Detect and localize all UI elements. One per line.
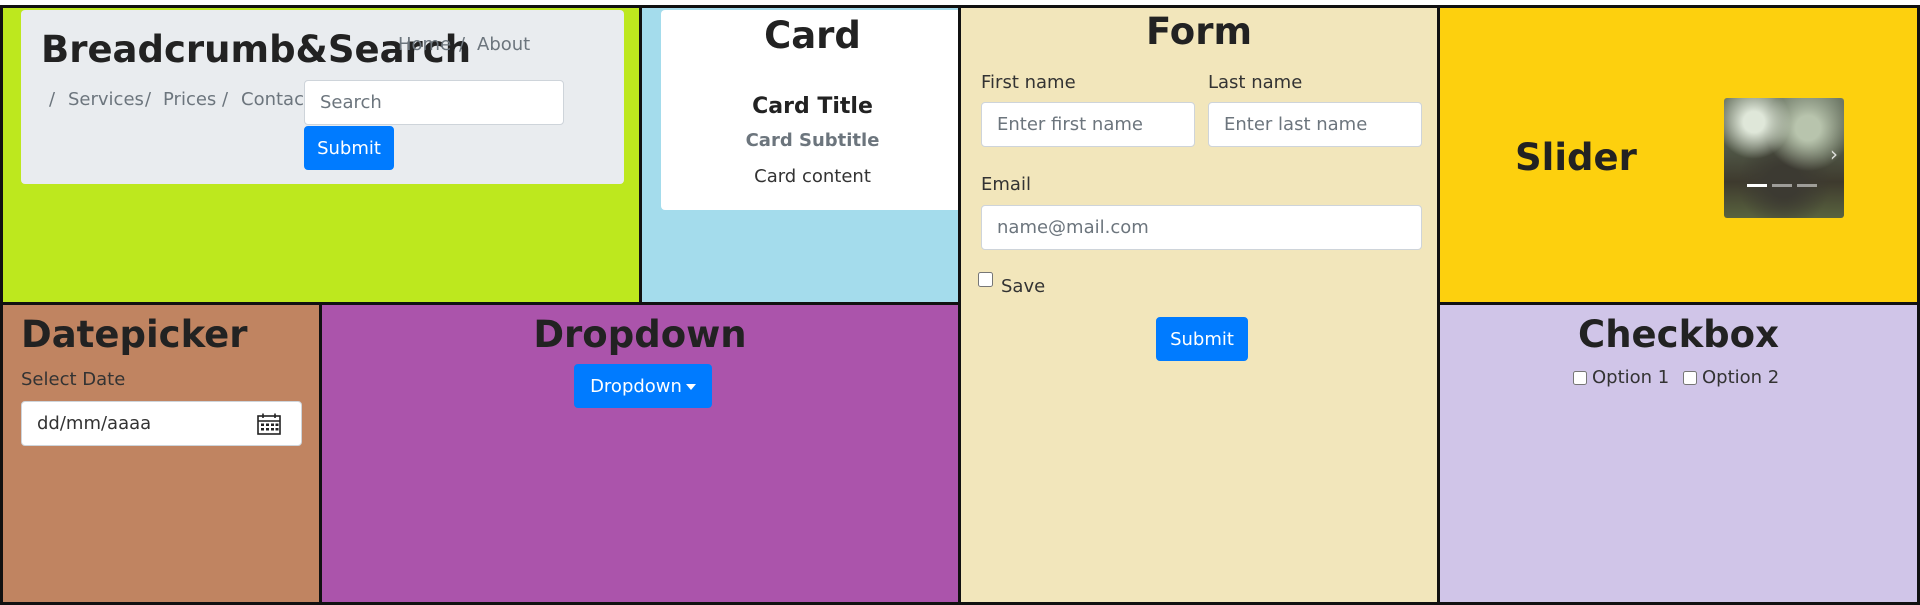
date-placeholder: dd/mm/aaaa (37, 413, 152, 434)
breadcrumb-separator: / (222, 89, 229, 110)
breadcrumb-panel: Breadcrumb&Search Home / About / Service… (21, 10, 624, 184)
slider-section: Slider › (1437, 5, 1920, 305)
form-section: Form First name Last name Email Save Sub… (958, 5, 1440, 605)
chevron-right-icon[interactable]: › (1830, 142, 1838, 166)
datepicker-section: Datepicker Select Date dd/mm/aaaa (0, 302, 322, 605)
carousel-slide-image[interactable]: › (1724, 98, 1844, 218)
breadcrumb-prices-link[interactable]: Prices (163, 89, 216, 110)
last-name-label: Last name (1208, 72, 1303, 93)
email-input[interactable] (981, 205, 1422, 250)
last-name-input[interactable] (1208, 102, 1422, 147)
search-input[interactable] (304, 80, 564, 125)
calendar-icon[interactable] (257, 413, 281, 435)
checkbox-section: Checkbox Option 1 Option 2 (1437, 302, 1920, 605)
breadcrumb-services-link[interactable]: Services (68, 89, 144, 110)
option-1-checkbox[interactable] (1573, 371, 1587, 385)
breadcrumb-about-link[interactable]: About (477, 34, 530, 55)
card-section: Card Card Title Card Subtitle Card conte… (639, 5, 961, 305)
first-name-label: First name (981, 72, 1076, 93)
section-title: Datepicker (21, 313, 248, 356)
section-title: Form (1146, 10, 1252, 53)
card-title: Card Title (752, 94, 873, 119)
select-date-label: Select Date (21, 369, 126, 390)
option-2-checkbox[interactable] (1683, 371, 1697, 385)
save-checkbox[interactable] (978, 272, 993, 287)
section-title: Slider (1515, 136, 1637, 179)
option-1-label: Option 1 (1592, 367, 1670, 388)
dropdown-toggle-button[interactable]: Dropdown (574, 364, 712, 408)
breadcrumb-home-link[interactable]: Home (398, 34, 451, 55)
save-label: Save (1001, 276, 1046, 297)
card-content: Card content (754, 166, 871, 187)
carousel-indicator[interactable] (1797, 184, 1817, 187)
first-name-input[interactable] (981, 102, 1195, 147)
card: Card Card Title Card Subtitle Card conte… (661, 10, 958, 210)
email-label: Email (981, 174, 1031, 195)
option-2-label: Option 2 (1702, 367, 1780, 388)
form-submit-button[interactable]: Submit (1156, 317, 1248, 361)
carousel-indicator[interactable] (1772, 184, 1792, 187)
section-title: Checkbox (1578, 313, 1779, 356)
carousel-indicator[interactable] (1747, 184, 1767, 187)
breadcrumb-search-section: Breadcrumb&Search Home / About / Service… (0, 5, 642, 305)
section-title: Card (764, 14, 861, 57)
breadcrumb-separator: / (145, 89, 152, 110)
dropdown-section: Dropdown Dropdown (319, 302, 961, 605)
search-submit-button[interactable]: Submit (304, 126, 394, 170)
section-title: Dropdown (533, 313, 747, 356)
card-subtitle: Card Subtitle (745, 130, 880, 151)
caret-down-icon (685, 383, 696, 390)
dropdown-label: Dropdown (590, 375, 682, 397)
breadcrumb-separator: / (459, 34, 466, 55)
breadcrumb-separator: / (49, 89, 56, 110)
breadcrumb-contact-link[interactable]: Contact (241, 89, 311, 110)
